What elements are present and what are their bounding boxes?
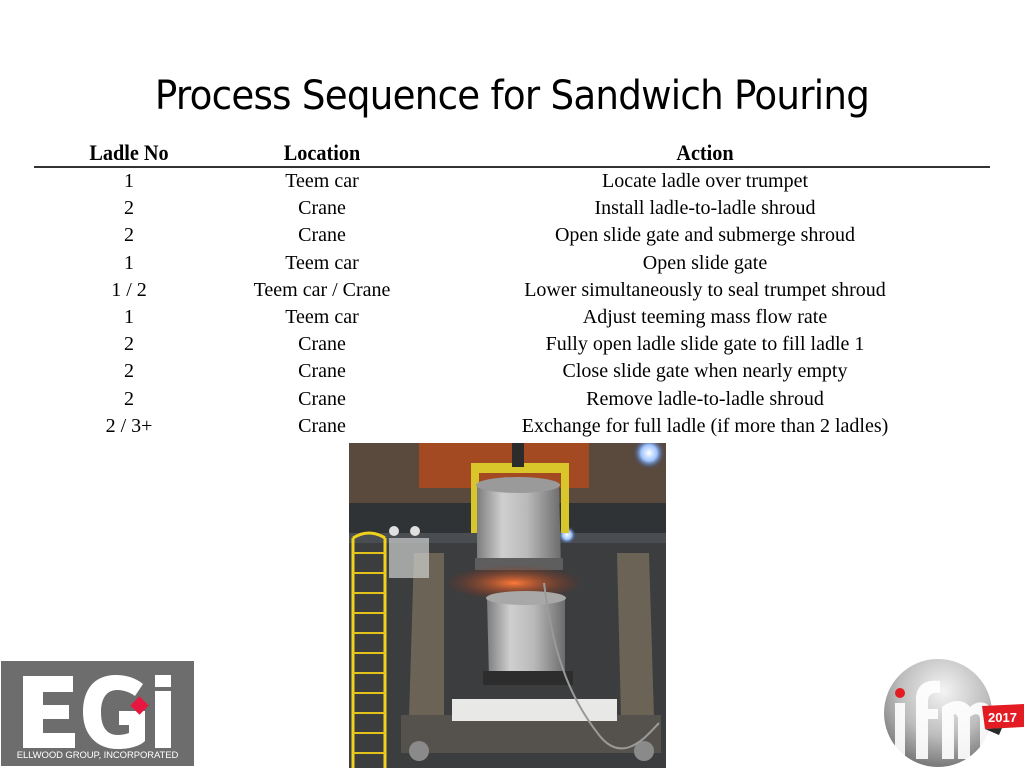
cell-ladle-no: 1 bbox=[124, 251, 134, 274]
header-ladle-no: Ladle No bbox=[41, 140, 217, 168]
ladle-photo bbox=[349, 443, 666, 768]
cell-action: Locate ladle over trumpet bbox=[601, 170, 808, 193]
cell-action: Close slide gate when nearly empty bbox=[562, 360, 848, 383]
table-row: 2 Crane Fully open ladle slide gate to fil… bbox=[34, 331, 990, 358]
cell-action: Lower simultaneously to seal trumpet shr… bbox=[524, 278, 886, 301]
table-row: 1 Teem car Open slide gate bbox=[34, 250, 990, 277]
cell-location: Teem car bbox=[285, 306, 359, 329]
cell-location: Crane bbox=[298, 197, 346, 220]
ladle-photo-illustration bbox=[349, 443, 666, 768]
slide-title: Process Sequence for Sandwich Pouring bbox=[154, 73, 870, 119]
cell-ladle-no: 2 bbox=[124, 333, 134, 356]
cell-ladle-no: 1 bbox=[124, 170, 134, 193]
cell-location: Crane bbox=[298, 360, 346, 383]
cell-ladle-no: 2 bbox=[124, 387, 134, 410]
cell-action: Fully open ladle slide gate to fill ladl… bbox=[545, 333, 865, 356]
header-location: Location bbox=[231, 140, 413, 168]
cell-location: Teem car bbox=[285, 170, 359, 193]
cell-location: Crane bbox=[298, 333, 346, 356]
cell-action: Open slide gate bbox=[642, 251, 768, 274]
cell-location: Teem car / Crane bbox=[253, 278, 391, 301]
ifm-year: 2017 bbox=[988, 710, 1017, 725]
cell-action: Open slide gate and submerge shroud bbox=[554, 224, 856, 247]
egi-logo: ELLWOOD GROUP, INCORPORATED bbox=[1, 661, 194, 766]
ifm-2017-logo: 2017 bbox=[882, 655, 1024, 768]
table-row: 1 Teem car Adjust teeming mass flow rate bbox=[34, 304, 990, 331]
cell-ladle-no: 2 bbox=[124, 197, 134, 220]
egi-logo-caption: ELLWOOD GROUP, INCORPORATED bbox=[16, 750, 179, 761]
table-body: 1 Teem car Locate ladle over trumpet 2 Crane… bbox=[34, 167, 990, 440]
cell-ladle-no: 2 / 3+ bbox=[105, 414, 153, 437]
cell-ladle-no: 2 bbox=[124, 360, 134, 383]
cell-action: Exchange for full ladle (if more than 2 … bbox=[521, 414, 889, 437]
table-row: 1 Teem car Locate ladle over trumpet bbox=[34, 167, 990, 195]
table-row: 2 Crane Open slide gate and submerge shrou… bbox=[34, 222, 990, 249]
ifm-logo-mark: 2017 bbox=[884, 659, 1024, 767]
cell-ladle-no: 2 bbox=[124, 224, 134, 247]
table-row: 2 Crane Close slide gate when nearly empty bbox=[34, 358, 990, 385]
cell-location: Crane bbox=[298, 224, 346, 247]
cell-action: Remove ladle-to-ladle shroud bbox=[586, 387, 824, 410]
process-sequence-table: Ladle No Location Action 1 Teem car Locate… bbox=[34, 140, 990, 440]
cell-location: Crane bbox=[298, 387, 346, 410]
cell-ladle-no: 1 bbox=[124, 306, 134, 329]
cell-ladle-no: 1 / 2 bbox=[111, 278, 147, 301]
cell-action: Install ladle-to-ladle shroud bbox=[594, 197, 816, 220]
header-action: Action bbox=[442, 140, 968, 168]
table-row: 1 / 2 Teem car / Crane Lower simultaneousl… bbox=[34, 277, 990, 304]
table-header-row: Ladle No Location Action bbox=[34, 140, 990, 168]
table-row: 2 / 3+ Crane Exchange for full ladle (if m… bbox=[34, 413, 990, 440]
cell-location: Crane bbox=[298, 414, 346, 437]
table-row: 2 Crane Install ladle-to-ladle shroud bbox=[34, 195, 990, 222]
cell-action: Adjust teeming mass flow rate bbox=[582, 306, 828, 329]
cell-location: Teem car bbox=[285, 251, 359, 274]
table-row: 2 Crane Remove ladle-to-ladle shroud bbox=[34, 386, 990, 413]
